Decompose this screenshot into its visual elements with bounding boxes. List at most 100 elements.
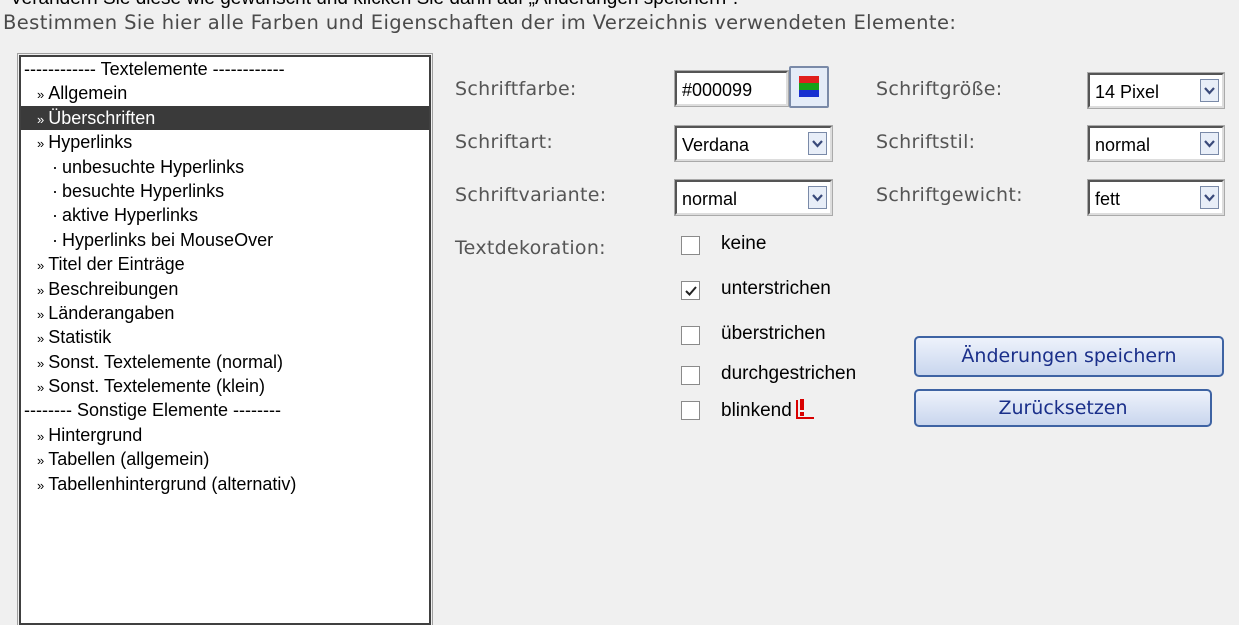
- font-family-label: Schriftart:: [455, 131, 554, 153]
- list-item-label: -------- Sonstige Elemente --------: [24, 400, 282, 421]
- list-item[interactable]: · unbesuchte Hyperlinks: [21, 155, 429, 179]
- list-item-bullet: »: [37, 477, 45, 493]
- decoration-option-text: durchgestrichen: [721, 363, 857, 384]
- instruction-cut-top: Verändern Sie diese wie gewünscht und kl…: [10, 0, 738, 9]
- list-item-bullet: »: [37, 355, 45, 371]
- decoration-checkbox[interactable]: [681, 281, 700, 300]
- list-item[interactable]: -------- Sonstige Elemente --------: [21, 398, 429, 422]
- decoration-checkbox[interactable]: [681, 326, 700, 345]
- font-size-select[interactable]: 14 Pixel: [1087, 72, 1225, 109]
- list-item[interactable]: ------------ Textelemente ------------: [21, 57, 429, 81]
- chevron-down-icon[interactable]: [808, 132, 827, 155]
- decoration-option-label: blinkend: [721, 398, 816, 422]
- font-color-field[interactable]: #000099: [674, 70, 789, 107]
- save-changes-button[interactable]: Änderungen speichern: [914, 336, 1224, 377]
- list-item[interactable]: » Überschriften: [21, 105, 429, 131]
- list-item-bullet: »: [37, 258, 45, 274]
- decoration-option-text: überstrichen: [721, 323, 826, 344]
- list-item-bullet: »: [37, 136, 45, 152]
- font-style-value: normal: [1095, 135, 1151, 155]
- list-item-label: Hyperlinks bei MouseOver: [62, 229, 274, 250]
- font-family-select[interactable]: Verdana: [674, 125, 833, 162]
- decoration-option-label: durchgestrichen: [721, 363, 856, 385]
- font-size-value: 14 Pixel: [1095, 82, 1160, 102]
- font-variant-select[interactable]: normal: [674, 179, 833, 216]
- decoration-option-label: unterstrichen: [721, 278, 831, 300]
- decoration-checkbox[interactable]: [681, 401, 700, 420]
- element-listbox[interactable]: ------------ Textelemente ------------» A…: [17, 53, 433, 625]
- reset-button[interactable]: Zurücksetzen: [914, 389, 1212, 427]
- font-style-label: Schriftstil:: [876, 131, 976, 153]
- decoration-checkbox[interactable]: [681, 366, 700, 385]
- list-item-bullet: ·: [52, 205, 58, 226]
- decoration-checkbox[interactable]: [681, 236, 700, 255]
- font-variant-value: normal: [682, 189, 738, 209]
- font-weight-value: fett: [1095, 189, 1121, 209]
- list-item-bullet: »: [37, 428, 45, 444]
- list-item-label: Allgemein: [48, 83, 128, 104]
- list-item[interactable]: » Sonst. Textelemente (normal): [21, 350, 429, 374]
- list-item[interactable]: » Statistik: [21, 325, 429, 349]
- swatch-green: [799, 83, 819, 90]
- swatch-red: [799, 76, 819, 83]
- list-item[interactable]: · aktive Hyperlinks: [21, 203, 429, 227]
- font-weight-select[interactable]: fett: [1087, 179, 1225, 216]
- warning-icon: [795, 398, 816, 419]
- decoration-option-label: überstrichen: [721, 323, 826, 345]
- list-item-bullet: »: [37, 331, 45, 347]
- list-item-bullet: ·: [52, 229, 58, 250]
- font-family-value: Verdana: [682, 135, 750, 155]
- list-item[interactable]: » Hyperlinks: [21, 130, 429, 154]
- list-item[interactable]: » Tabellenhintergrund (alternativ): [21, 472, 429, 496]
- swatch-blue: [799, 90, 819, 97]
- chevron-down-icon[interactable]: [1200, 79, 1219, 102]
- font-style-select[interactable]: normal: [1087, 125, 1225, 162]
- list-item-bullet: »: [37, 111, 45, 127]
- list-item-label: Sonst. Textelemente (normal): [48, 351, 284, 372]
- checkmark-icon: [685, 286, 697, 296]
- list-item[interactable]: » Allgemein: [21, 81, 429, 105]
- list-item-bullet: »: [37, 306, 45, 322]
- list-item-bullet: »: [37, 380, 45, 396]
- chevron-down-icon[interactable]: [1200, 186, 1219, 209]
- list-item-label: Titel der Einträge: [48, 254, 185, 275]
- list-item-bullet: »: [37, 282, 45, 298]
- list-item-label: Beschreibungen: [48, 278, 179, 299]
- list-item[interactable]: · Hyperlinks bei MouseOver: [21, 228, 429, 252]
- list-item-label: Statistik: [48, 327, 112, 348]
- list-item-bullet: »: [37, 453, 45, 469]
- font-size-label: Schriftgröße:: [876, 78, 1003, 100]
- list-item-label: aktive Hyperlinks: [62, 205, 199, 226]
- list-item-bullet: »: [37, 87, 45, 103]
- instruction-text: Bestimmen Sie hier alle Farben und Eigen…: [3, 11, 957, 34]
- list-item-label: Tabellen (allgemein): [48, 449, 210, 470]
- list-item-label: Überschriften: [48, 107, 156, 128]
- font-color-value: #000099: [682, 80, 753, 100]
- list-item-label: Hyperlinks: [48, 132, 133, 153]
- list-item[interactable]: » Hintergrund: [21, 423, 429, 447]
- list-item-bullet: ·: [52, 156, 58, 177]
- font-variant-label: Schriftvariante:: [455, 184, 607, 206]
- decoration-option-text: keine: [721, 233, 767, 254]
- decoration-option-text: unterstrichen: [721, 278, 831, 299]
- list-item[interactable]: » Titel der Einträge: [21, 252, 429, 276]
- font-weight-label: Schriftgewicht:: [876, 184, 1023, 206]
- chevron-down-icon[interactable]: [1200, 132, 1219, 155]
- list-item-label: Länderangaben: [48, 302, 175, 323]
- chevron-down-icon[interactable]: [808, 186, 827, 209]
- decoration-option-label: keine: [721, 233, 766, 255]
- list-item-bullet: ·: [52, 180, 58, 201]
- list-item-label: Tabellenhintergrund (alternativ): [48, 473, 297, 494]
- list-item[interactable]: · besuchte Hyperlinks: [21, 179, 429, 203]
- list-item-label: unbesuchte Hyperlinks: [62, 156, 245, 177]
- font-color-label: Schriftfarbe:: [455, 78, 577, 100]
- list-item-label: Sonst. Textelemente (klein): [48, 376, 266, 397]
- text-decoration-label: Textdekoration:: [455, 237, 606, 259]
- color-palette-icon[interactable]: [789, 66, 829, 108]
- list-item[interactable]: » Länderangaben: [21, 301, 429, 325]
- list-item[interactable]: » Tabellen (allgemein): [21, 447, 429, 471]
- list-item[interactable]: » Sonst. Textelemente (klein): [21, 374, 429, 398]
- list-item-label: besuchte Hyperlinks: [62, 180, 225, 201]
- list-item-label: ------------ Textelemente ------------: [24, 59, 285, 79]
- list-item[interactable]: » Beschreibungen: [21, 277, 429, 301]
